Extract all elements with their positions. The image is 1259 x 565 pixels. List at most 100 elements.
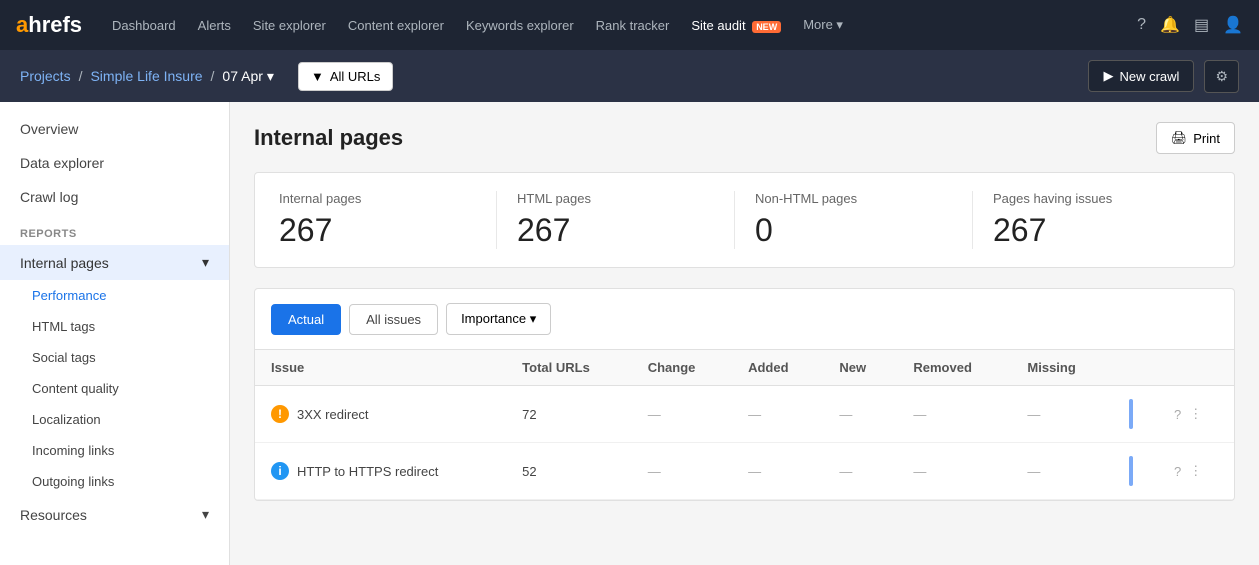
cell-change-0: —	[632, 386, 732, 443]
col-added: Added	[732, 350, 823, 386]
page-title: Internal pages	[254, 125, 403, 151]
breadcrumb-bar: Projects / Simple Life Insure / 07 Apr ▾…	[0, 50, 1259, 102]
cell-added-1: —	[732, 443, 823, 500]
importance-filter[interactable]: Importance ▾	[446, 303, 551, 335]
nav-more[interactable]: More ▾	[795, 17, 851, 33]
cell-issue-0[interactable]: ! 3XX redirect	[255, 386, 506, 443]
tab-actual[interactable]: Actual	[271, 304, 341, 335]
filter-all-urls[interactable]: ▼ All URLs	[298, 62, 393, 91]
breadcrumb-sep1: /	[79, 68, 83, 84]
table-row: i HTTP to HTTPS redirect 52 — — — — — ? …	[255, 443, 1234, 500]
sidebar-item-overview[interactable]: Overview	[0, 112, 229, 146]
col-actions	[1158, 350, 1234, 386]
main-layout: Overview Data explorer Crawl log REPORTS…	[0, 102, 1259, 565]
nav-site-explorer[interactable]: Site explorer	[245, 18, 334, 33]
bell-icon[interactable]: 🔔	[1160, 15, 1180, 35]
sidebar-sub-incoming-links[interactable]: Incoming links	[0, 435, 229, 466]
breadcrumb-sep2: /	[211, 68, 215, 84]
reports-section-label: REPORTS	[0, 214, 229, 245]
stat-value-3: 267	[993, 212, 1190, 249]
stat-value-0: 267	[279, 212, 476, 249]
sidebar-item-internal-pages[interactable]: Internal pages ▾	[0, 245, 229, 280]
help-icon[interactable]: ?	[1137, 16, 1146, 34]
nav-dashboard[interactable]: Dashboard	[104, 18, 184, 33]
table-section: Actual All issues Importance ▾ Issue Tot…	[254, 288, 1235, 501]
breadcrumb-date[interactable]: 07 Apr ▾	[222, 68, 274, 85]
cell-new-0: —	[823, 386, 897, 443]
cell-missing-1: —	[1011, 443, 1112, 500]
cell-issue-1[interactable]: i HTTP to HTTPS redirect	[255, 443, 506, 500]
cell-change-1: —	[632, 443, 732, 500]
stat-value-2: 0	[755, 212, 952, 249]
stat-label-0: Internal pages	[279, 191, 476, 206]
messages-icon[interactable]: ▤	[1194, 15, 1209, 35]
sidebar-sub-social-tags[interactable]: Social tags	[0, 342, 229, 373]
col-removed: Removed	[897, 350, 1011, 386]
sidebar-item-resources[interactable]: Resources ▾	[0, 497, 229, 532]
info-icon: i	[271, 462, 289, 480]
cell-bar-0	[1113, 386, 1158, 443]
breadcrumb-project-name[interactable]: Simple Life Insure	[90, 68, 202, 84]
col-bar	[1113, 350, 1158, 386]
sidebar-sub-localization[interactable]: Localization	[0, 404, 229, 435]
nav-rank-tracker[interactable]: Rank tracker	[588, 18, 678, 33]
play-icon: ▶	[1103, 68, 1113, 84]
cell-missing-0: —	[1011, 386, 1112, 443]
new-badge: NEW	[752, 21, 781, 33]
sidebar-sub-performance[interactable]: Performance	[0, 280, 229, 311]
sidebar-item-data-explorer[interactable]: Data explorer	[0, 146, 229, 180]
table-toolbar: Actual All issues Importance ▾	[255, 289, 1234, 350]
warning-icon: !	[271, 405, 289, 423]
col-new: New	[823, 350, 897, 386]
nav-keywords-explorer[interactable]: Keywords explorer	[458, 18, 582, 33]
stat-label-3: Pages having issues	[993, 191, 1190, 206]
issues-table: Issue Total URLs Change Added New Remove…	[255, 350, 1234, 500]
col-issue: Issue	[255, 350, 506, 386]
stat-pages-having-issues: Pages having issues 267	[993, 191, 1210, 249]
sidebar-sub-html-tags[interactable]: HTML tags	[0, 311, 229, 342]
table-header-row: Issue Total URLs Change Added New Remove…	[255, 350, 1234, 386]
stat-internal-pages: Internal pages 267	[279, 191, 497, 249]
breadcrumb-projects[interactable]: Projects	[20, 68, 71, 84]
stat-non-html-pages: Non-HTML pages 0	[755, 191, 973, 249]
filter-icon: ▼	[311, 69, 324, 84]
cell-row-actions-0: ? ⋮	[1158, 386, 1234, 443]
progress-bar-1	[1129, 456, 1133, 486]
cell-total-urls-0: 72	[506, 386, 632, 443]
print-icon: 🖨	[1171, 130, 1188, 146]
help-row-icon-1[interactable]: ?	[1174, 464, 1181, 479]
cell-removed-1: —	[897, 443, 1011, 500]
table-row: ! 3XX redirect 72 — — — — — ? ⋮	[255, 386, 1234, 443]
settings-button[interactable]: ⚙	[1204, 60, 1239, 93]
sidebar-item-crawl-log[interactable]: Crawl log	[0, 180, 229, 214]
new-crawl-button[interactable]: ▶ New crawl	[1088, 60, 1194, 92]
sidebar: Overview Data explorer Crawl log REPORTS…	[0, 102, 230, 565]
help-row-icon-0[interactable]: ?	[1174, 407, 1181, 422]
print-button[interactable]: 🖨 Print	[1156, 122, 1235, 154]
top-nav: ahrefs Dashboard Alerts Site explorer Co…	[0, 0, 1259, 50]
arrow-icon: ▾	[202, 254, 209, 271]
stat-label-1: HTML pages	[517, 191, 714, 206]
sidebar-sub-content-quality[interactable]: Content quality	[0, 373, 229, 404]
cell-added-0: —	[732, 386, 823, 443]
col-total-urls: Total URLs	[506, 350, 632, 386]
stats-card: Internal pages 267 HTML pages 267 Non-HT…	[254, 172, 1235, 268]
cell-total-urls-1: 52	[506, 443, 632, 500]
tab-all-issues[interactable]: All issues	[349, 304, 438, 335]
cell-new-1: —	[823, 443, 897, 500]
resources-arrow-icon: ▾	[202, 506, 209, 523]
more-row-icon-1[interactable]: ⋮	[1189, 463, 1202, 479]
nav-content-explorer[interactable]: Content explorer	[340, 18, 452, 33]
cell-removed-0: —	[897, 386, 1011, 443]
cell-row-actions-1: ? ⋮	[1158, 443, 1234, 500]
sidebar-sub-outgoing-links[interactable]: Outgoing links	[0, 466, 229, 497]
user-icon[interactable]: 👤	[1223, 15, 1243, 35]
col-change: Change	[632, 350, 732, 386]
nav-site-audit[interactable]: Site audit NEW	[683, 18, 789, 33]
stat-value-1: 267	[517, 212, 714, 249]
progress-bar-0	[1129, 399, 1133, 429]
nav-right-icons: ? 🔔 ▤ 👤	[1137, 15, 1243, 35]
nav-alerts[interactable]: Alerts	[190, 18, 239, 33]
more-row-icon-0[interactable]: ⋮	[1189, 406, 1202, 422]
logo[interactable]: ahrefs	[16, 12, 82, 38]
